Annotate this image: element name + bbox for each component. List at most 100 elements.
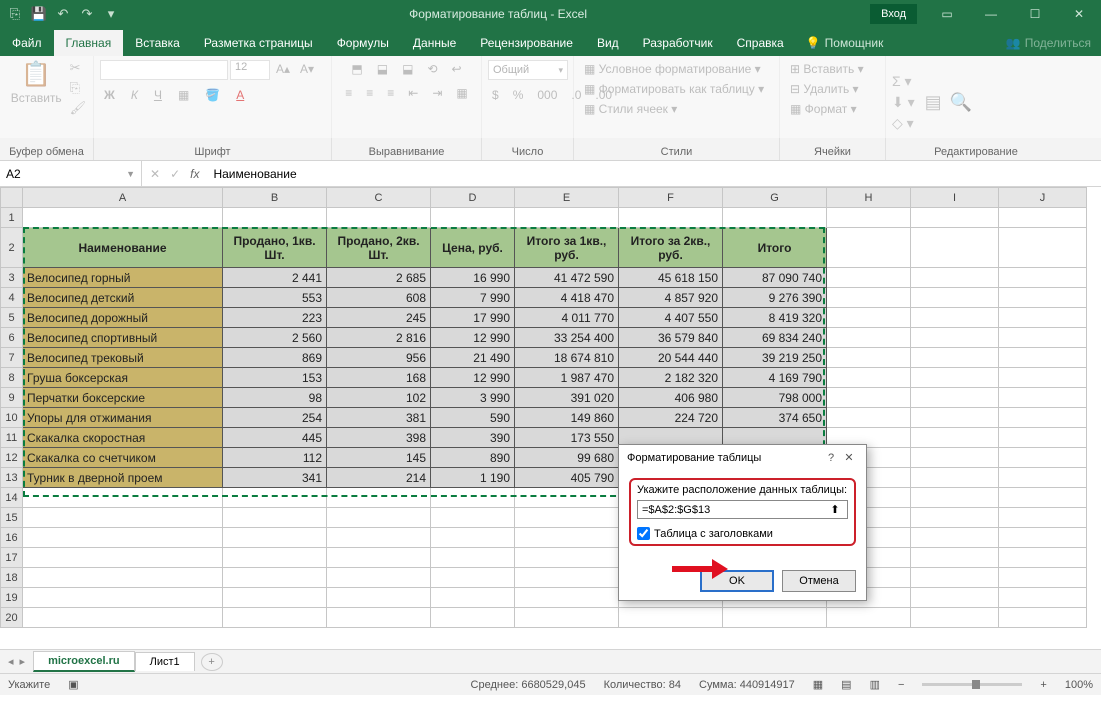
- col-header[interactable]: A: [23, 188, 223, 208]
- enter-formula-icon[interactable]: ✓: [170, 167, 180, 181]
- table-cell[interactable]: 445: [223, 428, 327, 448]
- cell[interactable]: [827, 388, 911, 408]
- fx-icon[interactable]: fx: [190, 167, 199, 181]
- name-box[interactable]: A2▼: [0, 161, 142, 186]
- decrease-font-icon[interactable]: A▾: [296, 60, 318, 80]
- range-field[interactable]: ⬆: [637, 500, 848, 519]
- cell[interactable]: [999, 328, 1087, 348]
- table-cell[interactable]: 4 857 920: [619, 288, 723, 308]
- login-button[interactable]: Вход: [870, 4, 917, 24]
- cell[interactable]: [827, 268, 911, 288]
- table-cell[interactable]: 8 419 320: [723, 308, 827, 328]
- cell[interactable]: [23, 528, 223, 548]
- autosum-icon[interactable]: Σ ▾: [892, 73, 915, 90]
- table-cell[interactable]: 224 720: [619, 408, 723, 428]
- table-cell[interactable]: Перчатки боксерские: [23, 388, 223, 408]
- table-cell[interactable]: 153: [223, 368, 327, 388]
- formula-input[interactable]: Наименование: [207, 167, 1101, 181]
- cell[interactable]: [911, 208, 999, 228]
- cell[interactable]: [999, 488, 1087, 508]
- table-cell[interactable]: Велосипед дорожный: [23, 308, 223, 328]
- tab-help[interactable]: Справка: [725, 30, 796, 56]
- table-cell[interactable]: 17 990: [431, 308, 515, 328]
- table-cell[interactable]: 2 182 320: [619, 368, 723, 388]
- view-pagebreak-icon[interactable]: ▥: [870, 678, 880, 691]
- table-cell[interactable]: 391 020: [515, 388, 619, 408]
- font-size[interactable]: 12: [230, 60, 270, 80]
- cell[interactable]: [827, 348, 911, 368]
- comma-icon[interactable]: 000: [533, 86, 561, 104]
- cell[interactable]: [23, 548, 223, 568]
- table-cell[interactable]: 87 090 740: [723, 268, 827, 288]
- table-cell[interactable]: Велосипед горный: [23, 268, 223, 288]
- cell[interactable]: [999, 568, 1087, 588]
- dialog-help-icon[interactable]: ?: [822, 452, 840, 464]
- redo-icon[interactable]: ↷: [76, 3, 98, 25]
- cell[interactable]: [23, 588, 223, 608]
- view-normal-icon[interactable]: ▦: [813, 678, 823, 691]
- cell[interactable]: [911, 588, 999, 608]
- range-selector-icon[interactable]: ⬆: [827, 503, 843, 516]
- row-header[interactable]: 12: [1, 448, 23, 468]
- add-sheet-button[interactable]: +: [201, 653, 223, 671]
- cell[interactable]: [431, 508, 515, 528]
- table-cell[interactable]: Упоры для отжимания: [23, 408, 223, 428]
- conditional-formatting[interactable]: ▦ Условное форматирование ▾: [580, 60, 765, 78]
- table-header-cell[interactable]: Итого: [723, 228, 827, 268]
- cell[interactable]: [999, 228, 1087, 268]
- sheet-tab-1[interactable]: microexcel.ru: [33, 651, 135, 672]
- sort-filter-icon[interactable]: ▤: [925, 92, 942, 113]
- headers-checkbox[interactable]: [637, 527, 650, 540]
- cell[interactable]: [827, 328, 911, 348]
- cell[interactable]: [23, 488, 223, 508]
- border-icon[interactable]: ▦: [174, 86, 193, 104]
- table-cell[interactable]: 590: [431, 408, 515, 428]
- row-header[interactable]: 9: [1, 388, 23, 408]
- table-cell[interactable]: 69 834 240: [723, 328, 827, 348]
- fill-icon[interactable]: ⬇ ▾: [892, 94, 915, 111]
- cancel-button[interactable]: Отмена: [782, 570, 856, 592]
- cell[interactable]: [827, 208, 911, 228]
- cell[interactable]: [223, 508, 327, 528]
- table-cell[interactable]: 381: [327, 408, 431, 428]
- cell[interactable]: [827, 288, 911, 308]
- cell[interactable]: [431, 568, 515, 588]
- table-cell[interactable]: Велосипед спортивный: [23, 328, 223, 348]
- table-cell[interactable]: 18 674 810: [515, 348, 619, 368]
- paste-icon[interactable]: 📋: [7, 60, 66, 89]
- col-header[interactable]: B: [223, 188, 327, 208]
- cell[interactable]: [327, 508, 431, 528]
- row-header[interactable]: 18: [1, 568, 23, 588]
- row-header[interactable]: 10: [1, 408, 23, 428]
- cell[interactable]: [911, 608, 999, 628]
- tab-review[interactable]: Рецензирование: [468, 30, 585, 56]
- tab-view[interactable]: Вид: [585, 30, 631, 56]
- insert-cells[interactable]: ⊞ Вставить ▾: [786, 60, 868, 78]
- table-header-cell[interactable]: Итого за 1кв., руб.: [515, 228, 619, 268]
- col-header[interactable]: F: [619, 188, 723, 208]
- find-select-icon[interactable]: 🔍: [950, 92, 972, 113]
- cell[interactable]: [515, 548, 619, 568]
- wrap-text-icon[interactable]: ↩: [448, 60, 466, 78]
- table-cell[interactable]: 245: [327, 308, 431, 328]
- delete-cells[interactable]: ⊟ Удалить ▾: [786, 80, 863, 98]
- table-cell[interactable]: 168: [327, 368, 431, 388]
- cell[interactable]: [23, 208, 223, 228]
- cell[interactable]: [327, 568, 431, 588]
- zoom-level[interactable]: 100%: [1065, 679, 1093, 691]
- row-header[interactable]: 8: [1, 368, 23, 388]
- align-bottom-icon[interactable]: ⬓: [398, 60, 417, 78]
- table-cell[interactable]: 36 579 840: [619, 328, 723, 348]
- row-header[interactable]: 20: [1, 608, 23, 628]
- format-as-table[interactable]: ▦ Форматировать как таблицу ▾: [580, 80, 768, 98]
- table-cell[interactable]: Груша боксерская: [23, 368, 223, 388]
- table-cell[interactable]: 98: [223, 388, 327, 408]
- align-center-icon[interactable]: ≡: [362, 84, 377, 102]
- cell[interactable]: [911, 228, 999, 268]
- table-cell[interactable]: 41 472 590: [515, 268, 619, 288]
- cell[interactable]: [23, 568, 223, 588]
- table-cell[interactable]: 112: [223, 448, 327, 468]
- orientation-icon[interactable]: ⟲: [423, 60, 441, 78]
- cell[interactable]: [911, 308, 999, 328]
- table-cell[interactable]: 254: [223, 408, 327, 428]
